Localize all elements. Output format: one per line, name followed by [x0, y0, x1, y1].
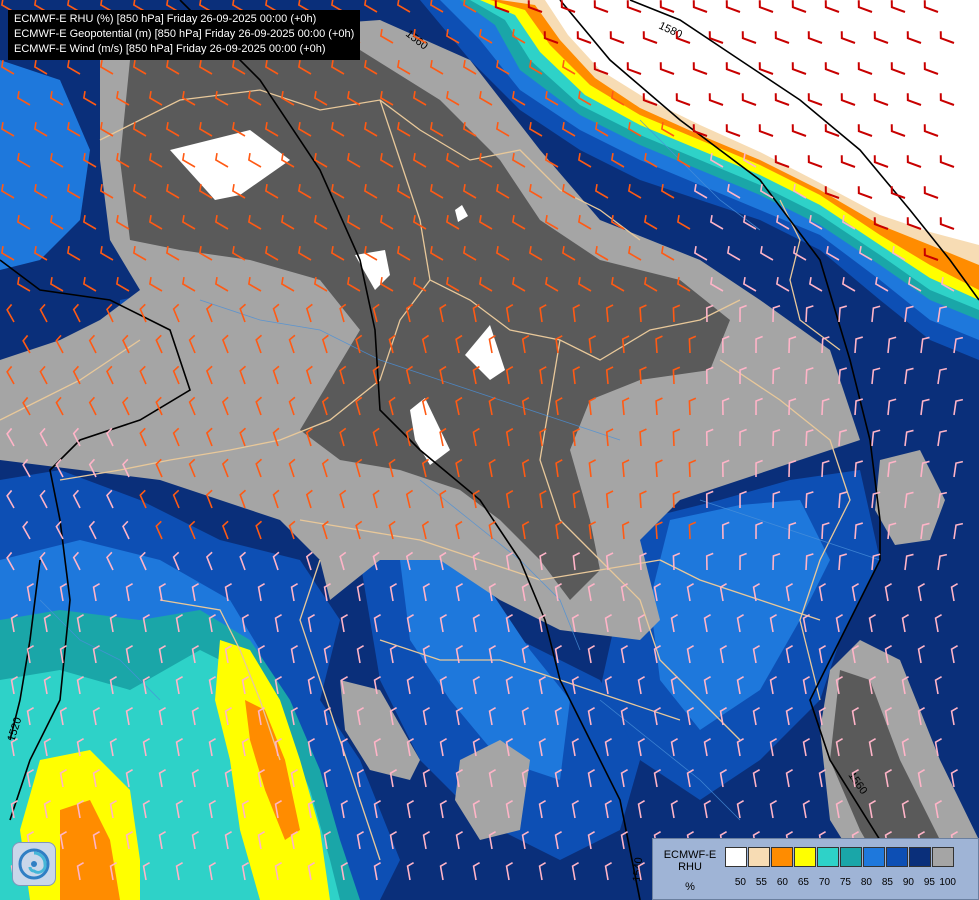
info-line-rhu: ECMWF-E RHU (%) [850 hPa] Friday 26-09-2…: [14, 13, 317, 25]
info-line-wind: ECMWF-E Wind (m/s) [850 hPa] Friday 26-0…: [14, 43, 326, 55]
legend-variable: RHU: [678, 861, 702, 873]
legend-swatch: [748, 847, 770, 867]
contour-label-1540: 1540: [631, 857, 645, 882]
legend-tick: 85: [881, 877, 893, 888]
legend-swatch: [886, 847, 908, 867]
legend-tick: 95: [923, 877, 935, 888]
swirl-icon: [18, 848, 50, 880]
legend-swatch: [932, 847, 954, 867]
legend-swatches: [725, 847, 955, 867]
legend-swatch: [909, 847, 931, 867]
ecmwf-logo: [12, 842, 56, 886]
legend-tick: 90: [902, 877, 914, 888]
legend-tick: 60: [776, 877, 788, 888]
legend-swatch: [863, 847, 885, 867]
legend-title: ECMWF-E RHU: [659, 849, 721, 873]
weather-map: 1580 1560 1520 1540 1560: [0, 0, 979, 900]
legend-tick: 80: [860, 877, 872, 888]
legend-tick: 50: [734, 877, 746, 888]
legend-swatch: [771, 847, 793, 867]
legend-tick: 55: [755, 877, 767, 888]
rhu-legend: ECMWF-E RHU % 50 55 60 65 70 75 80 85 90 95 100: [652, 838, 979, 900]
legend-tick: 75: [839, 877, 851, 888]
map-info-box: ECMWF-E RHU (%) [850 hPa] Friday 26-09-2…: [8, 10, 361, 60]
legend-unit: %: [685, 881, 695, 893]
legend-swatch: [840, 847, 862, 867]
legend-tick: 100: [939, 877, 956, 888]
legend-tick: 70: [818, 877, 830, 888]
legend-model: ECMWF-E: [663, 849, 717, 861]
legend-swatch: [794, 847, 816, 867]
info-line-geopotential: ECMWF-E Geopotential (m) [850 hPa] Frida…: [14, 28, 355, 40]
legend-swatch: [817, 847, 839, 867]
legend-ticks: 50 55 60 65 70 75 80 85 90 95 100: [725, 877, 956, 888]
legend-swatch: [725, 847, 747, 867]
legend-tick: 65: [797, 877, 809, 888]
